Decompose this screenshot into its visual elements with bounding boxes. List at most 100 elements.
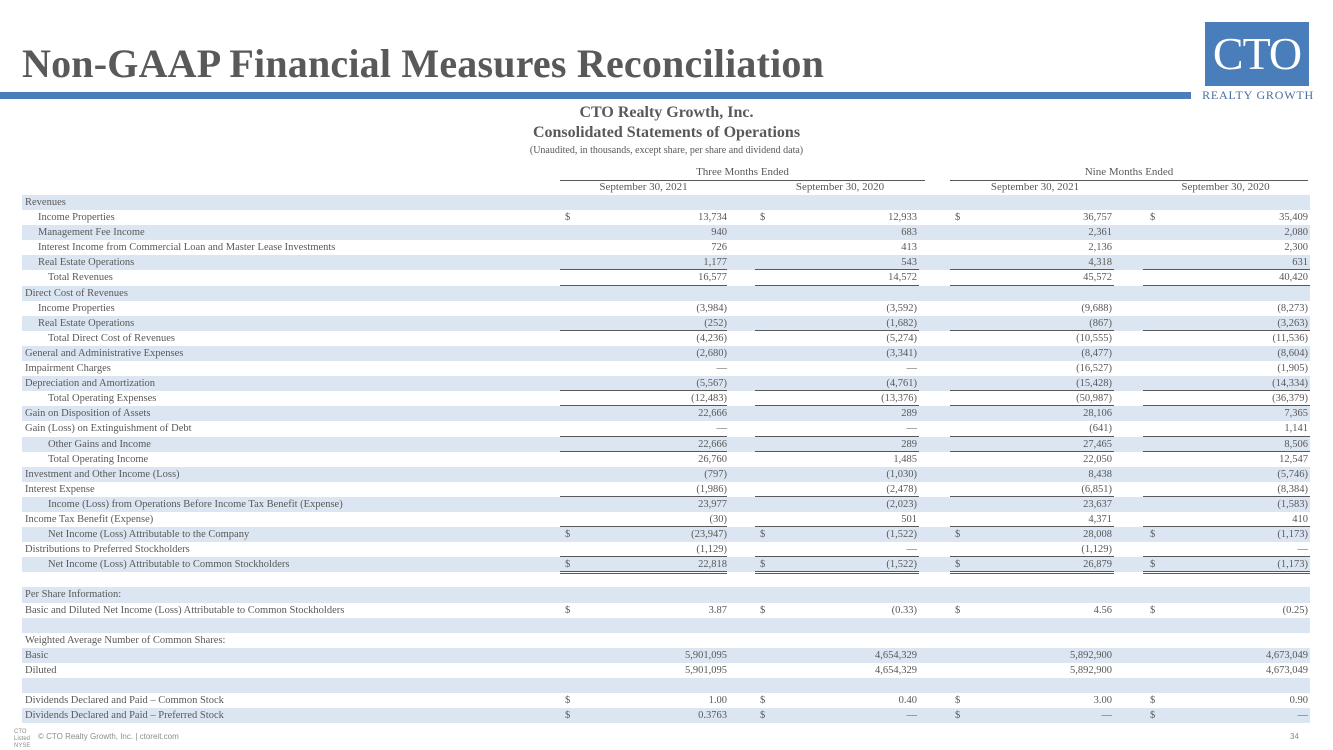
row-label: Interest Expense — [25, 483, 95, 495]
currency-symbol: $ — [1150, 212, 1156, 224]
cell-value: 410 — [1292, 513, 1308, 525]
table-row: Dividends Declared and Paid – Common Sto… — [22, 693, 1310, 708]
statement-note: (Unaudited, in thousands, except share, … — [529, 145, 804, 156]
cell-value: 543 — [901, 257, 917, 269]
currency-symbol: $ — [760, 604, 766, 616]
row-label: Interest Income from Commercial Loan and… — [38, 242, 336, 254]
cell-value: — — [1101, 710, 1113, 722]
table-row: Diluted 5,901,095 4,654,329 5,892,900 4,673,… — [22, 663, 1310, 678]
cell-value: 22,666 — [698, 438, 727, 450]
table-row: Real Estate Operations (252) (1,682) (867) (… — [22, 315, 1310, 331]
cell-value: 3.87 — [708, 604, 727, 616]
cell-value: (36,379) — [1272, 393, 1308, 405]
cell-value: (13,376) — [881, 393, 917, 405]
currency-symbol: $ — [955, 710, 961, 722]
cell-value: (1,173) — [1277, 559, 1308, 571]
table-row: Income Tax Benefit (Expense) (30) 501 4,371… — [22, 512, 1310, 528]
cell-value: 4.56 — [1093, 604, 1112, 616]
cell-value: 2,300 — [1284, 242, 1308, 254]
nyse-listed-mark: CTO Listed NYSE — [14, 729, 31, 749]
cell-value: (5,746) — [1277, 468, 1308, 480]
column-header-q3-2021: September 30, 2021 — [560, 181, 727, 196]
cell-value: (1,129) — [1081, 544, 1112, 556]
currency-symbol: $ — [1150, 710, 1156, 722]
table-row: Total Revenues 16,577 14,572 45,572 40,420 — [22, 270, 1310, 286]
column-header-9m-2020: September 30, 2020 — [1143, 181, 1308, 196]
currency-symbol: $ — [1150, 559, 1156, 571]
cell-value: (797) — [704, 468, 727, 480]
cell-value: 35,409 — [1279, 212, 1308, 224]
cell-value: (8,604) — [1277, 347, 1308, 359]
row-label: Other Gains and Income — [48, 438, 151, 450]
table-row: Weighted Average Number of Common Shares… — [22, 633, 1310, 648]
row-label: Weighted Average Number of Common Shares… — [25, 634, 226, 646]
column-header-q3-2020: September 30, 2020 — [755, 181, 925, 196]
row-label: Investment and Other Income (Loss) — [25, 468, 180, 480]
cell-value: (10,555) — [1076, 332, 1112, 344]
cell-value: — — [906, 710, 918, 722]
cell-value: 3.00 — [1093, 695, 1112, 707]
row-label: Dividends Declared and Paid – Preferred … — [25, 710, 224, 722]
table-row: Net Income (Loss) Attributable to the Co… — [22, 527, 1310, 543]
cell-value: 40,420 — [1279, 272, 1308, 284]
row-label: Total Revenues — [48, 272, 113, 284]
cell-value: (15,428) — [1076, 378, 1112, 390]
table-row: Dividends Declared and Paid – Preferred … — [22, 708, 1310, 724]
currency-symbol: $ — [1150, 529, 1156, 541]
table-row: General and Administrative Expenses (2,68… — [22, 345, 1310, 362]
cell-value: 22,050 — [1083, 453, 1112, 465]
table-row: Interest Income from Commercial Loan and… — [22, 240, 1310, 255]
cell-value: 4,673,049 — [1266, 649, 1308, 661]
currency-symbol: $ — [565, 604, 571, 616]
table-row: Income (Loss) from Operations Before Inc… — [22, 496, 1310, 512]
company-name: CTO Realty Growth, Inc. — [579, 104, 754, 121]
cell-value: 8,506 — [1284, 438, 1308, 450]
cell-value: — — [1297, 710, 1309, 722]
currency-symbol: $ — [760, 559, 766, 571]
currency-symbol: $ — [1150, 604, 1156, 616]
currency-symbol: $ — [760, 695, 766, 707]
cell-value: (0.33) — [891, 604, 917, 616]
currency-symbol: $ — [955, 604, 961, 616]
cell-value: (8,273) — [1277, 302, 1308, 314]
row-label: Total Direct Cost of Revenues — [48, 332, 175, 344]
table-row: Depreciation and Amortization (5,567) (4,7… — [22, 376, 1310, 392]
cell-value: (1,173) — [1277, 529, 1308, 541]
row-label: Dividends Declared and Paid – Common Sto… — [25, 695, 224, 707]
footer-copyright: © CTO Realty Growth, Inc. | ctoreit.com — [38, 732, 179, 741]
table-row: Investment and Other Income (Loss) (797) (… — [22, 466, 1310, 482]
cell-value: 4,371 — [1088, 513, 1112, 525]
table-row — [22, 617, 1310, 633]
cell-value: (4,761) — [886, 378, 917, 390]
currency-symbol: $ — [955, 212, 961, 224]
table-row: Interest Expense (1,986) (2,478) (6,851) (8,… — [22, 482, 1310, 497]
cell-value: (3,341) — [886, 347, 917, 359]
row-label: Total Operating Income — [48, 453, 149, 465]
cell-value: 5,892,900 — [1070, 664, 1112, 676]
cell-value: 36,757 — [1083, 212, 1112, 224]
cell-value: (30) — [709, 513, 728, 525]
cell-value: 45,572 — [1083, 272, 1112, 284]
currency-symbol: $ — [955, 559, 961, 571]
currency-symbol: $ — [955, 529, 961, 541]
table-row: Total Operating Income 26,760 1,485 22,050 1… — [22, 452, 1310, 467]
cell-value: 1.00 — [708, 695, 727, 707]
cell-value: (3,592) — [886, 302, 917, 314]
cell-value: (5,274) — [886, 332, 917, 344]
row-label: Basic — [25, 649, 49, 661]
row-label: Revenues — [25, 197, 66, 208]
table-row: Total Operating Expenses (12,483) (13,376)… — [22, 391, 1310, 407]
cell-value: 726 — [711, 242, 727, 254]
cell-value: 413 — [901, 242, 917, 254]
cell-value: (2,023) — [886, 498, 917, 510]
cell-value: (1,583) — [1277, 498, 1308, 510]
row-label: Gain (Loss) on Extinguishment of Debt — [25, 423, 192, 435]
cell-value: 0.90 — [1289, 695, 1308, 707]
cell-value: 4,673,049 — [1266, 664, 1308, 676]
row-label: Total Operating Expenses — [48, 393, 157, 405]
cell-value: — — [716, 423, 728, 435]
cell-value: 28,106 — [1083, 408, 1112, 420]
currency-symbol: $ — [565, 212, 571, 224]
cell-value: 16,577 — [698, 272, 727, 284]
cell-value: 2,080 — [1284, 227, 1308, 239]
